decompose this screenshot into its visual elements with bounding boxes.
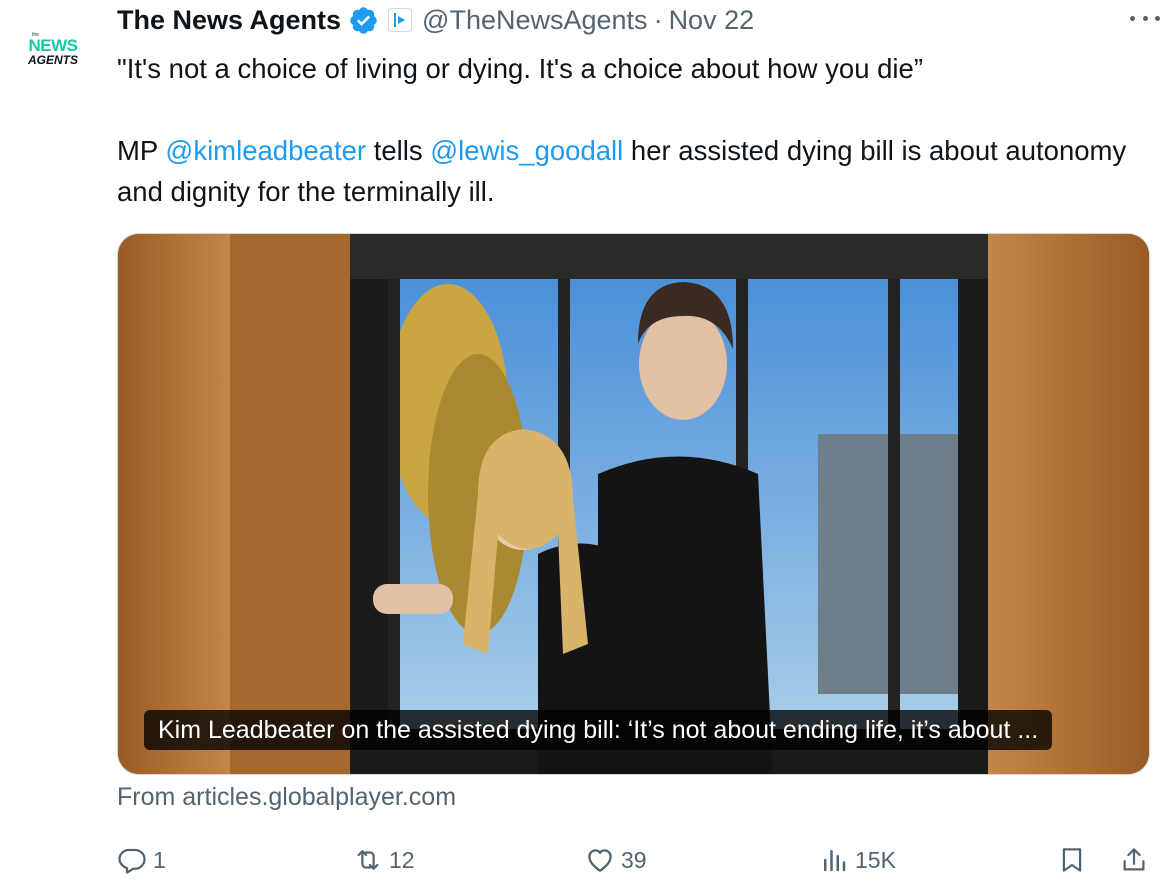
more-icon[interactable]	[1130, 6, 1160, 30]
avatar-agents-text: AGENTS	[27, 52, 78, 67]
avatar-news-text: NEWS	[28, 35, 79, 55]
reply-icon	[118, 848, 146, 874]
share-icon	[1123, 848, 1145, 871]
views-icon	[824, 850, 846, 872]
like-count: 39	[621, 846, 647, 873]
media-card[interactable]: Kim Leadbeater on the assisted dying bil…	[117, 233, 1150, 775]
action-bar: 1 12 39 15K	[117, 838, 1157, 882]
link-source[interactable]: From articles.globalplayer.com	[117, 783, 456, 812]
tweet-date[interactable]: Nov 22	[669, 5, 755, 36]
mention-link[interactable]: @lewis_goodall	[430, 135, 623, 166]
share-button[interactable]	[1119, 838, 1149, 882]
views-button[interactable]: 15K	[819, 838, 896, 882]
text-segment: MP	[117, 135, 166, 166]
bookmark-button[interactable]	[1057, 838, 1087, 882]
repost-button[interactable]: 12	[353, 838, 415, 882]
separator-dot: ·	[653, 4, 663, 35]
avatar[interactable]: the NEWS AGENTS	[10, 6, 96, 92]
text-segment: tells	[366, 135, 431, 166]
reply-button[interactable]: 1	[117, 838, 166, 882]
bookmark-icon	[1062, 848, 1082, 872]
repost-icon	[357, 850, 379, 870]
views-count: 15K	[855, 846, 896, 873]
affiliate-badge-icon[interactable]	[388, 8, 413, 32]
reply-count: 1	[153, 846, 166, 873]
like-icon	[588, 849, 612, 872]
user-handle[interactable]: @TheNewsAgents	[422, 5, 648, 36]
display-name[interactable]: The News Agents	[117, 5, 341, 36]
tweet-text-line-2: MP @kimleadbeater tells @lewis_goodall h…	[117, 130, 1157, 212]
media-photo	[118, 234, 1149, 774]
tweet-text: "It's not a choice of living or dying. I…	[117, 48, 1157, 212]
tweet-header: The News Agents @TheNewsAgents · Nov 22	[117, 2, 754, 38]
media-caption: Kim Leadbeater on the assisted dying bil…	[144, 710, 1053, 750]
tweet-text-line-1: "It's not a choice of living or dying. I…	[117, 53, 923, 84]
mention-link[interactable]: @kimleadbeater	[165, 135, 366, 166]
repost-count: 12	[389, 846, 415, 873]
verified-badge-icon[interactable]	[348, 5, 379, 36]
like-button[interactable]: 39	[585, 838, 647, 882]
